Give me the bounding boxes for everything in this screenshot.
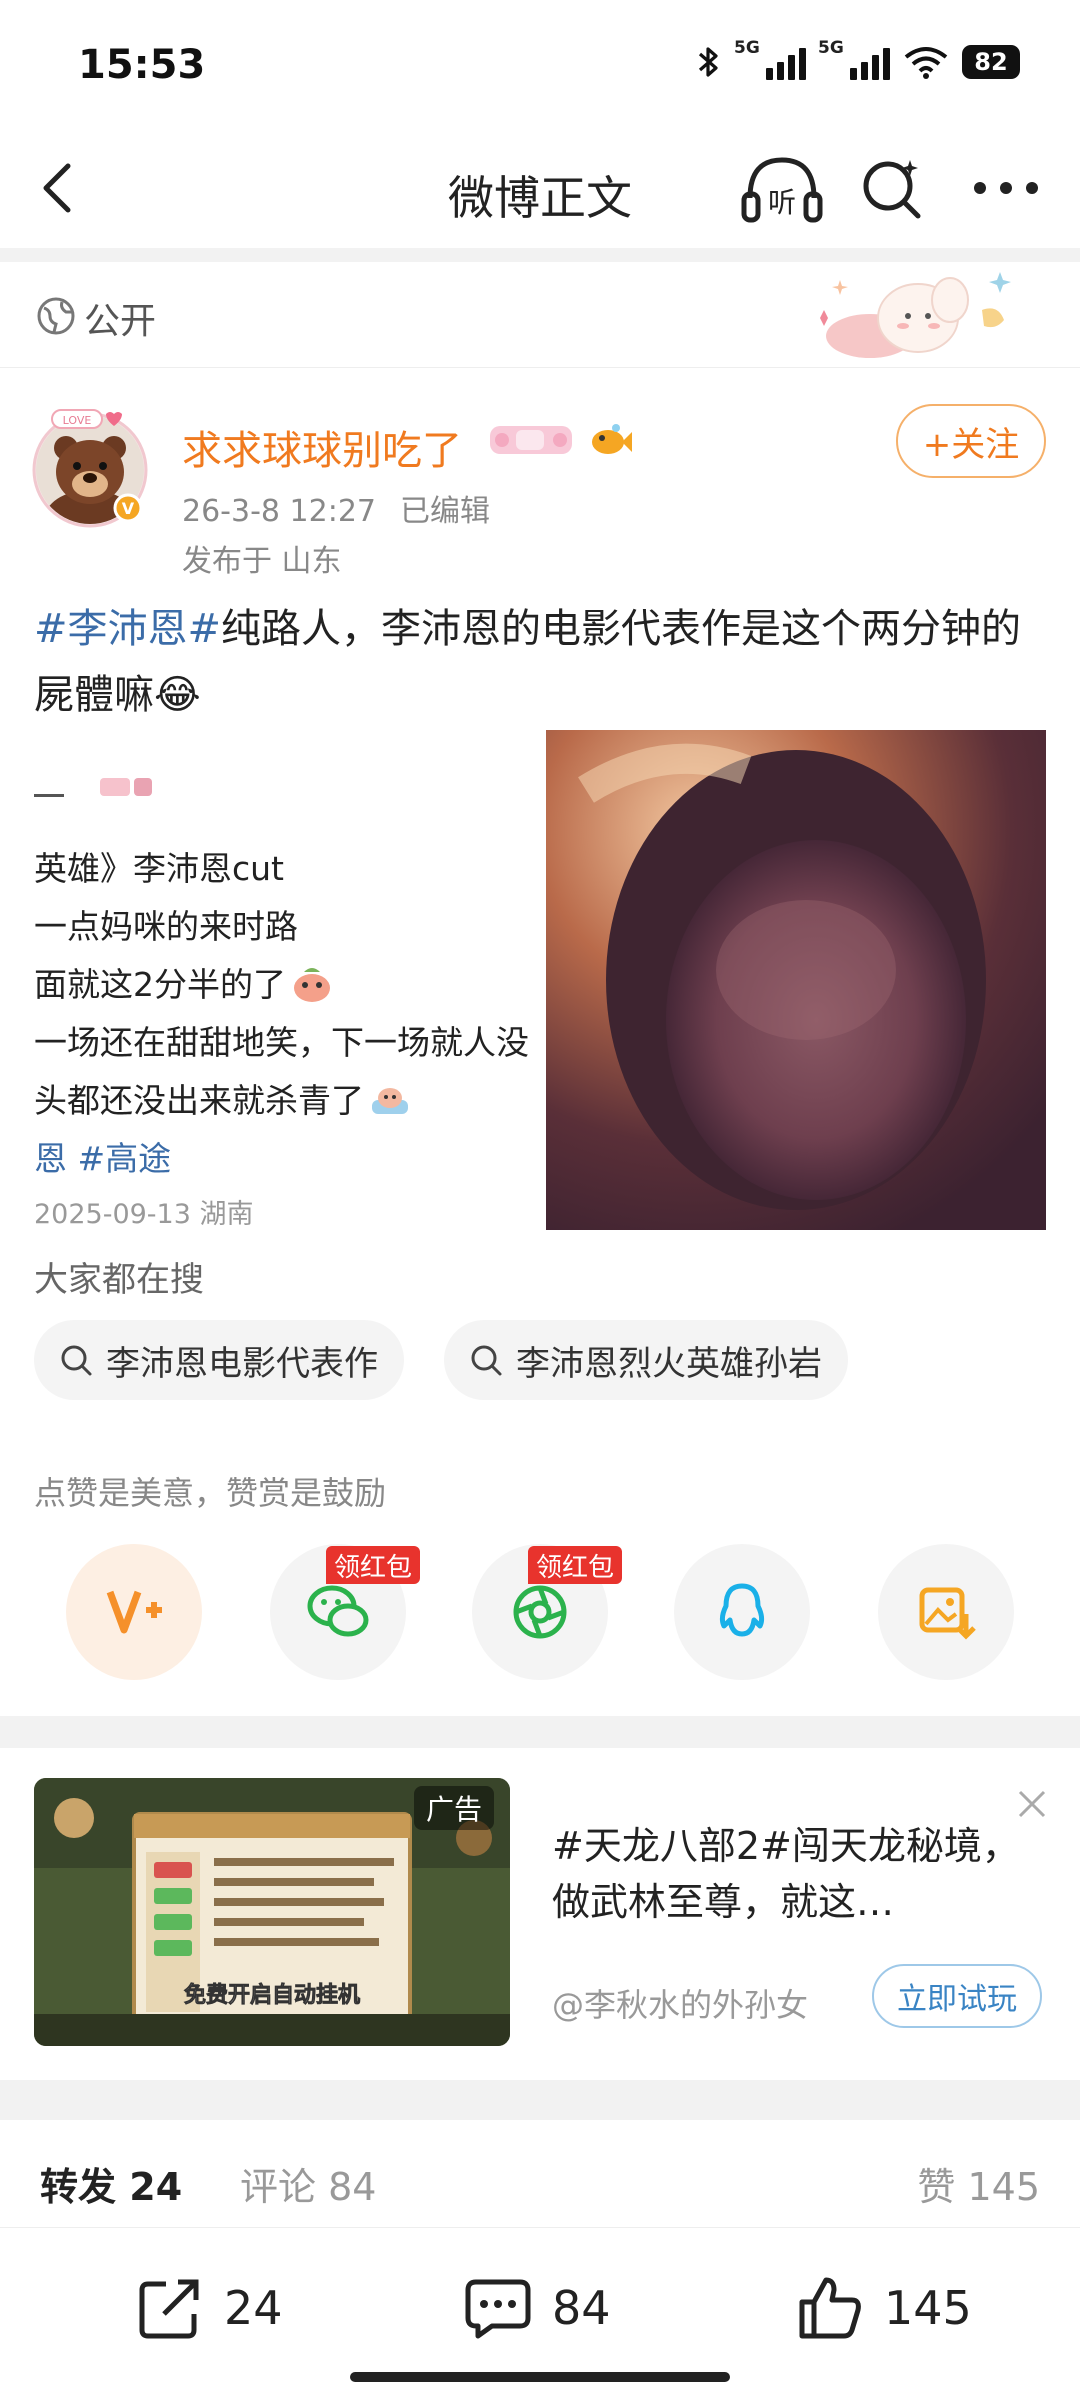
post-meta: 26-3-8 12:27 已编辑 (182, 486, 490, 530)
bath-sticker-icon (372, 1088, 408, 1114)
save-image-icon (919, 1587, 976, 1640)
home-indicator[interactable] (350, 2372, 730, 2382)
status-bar: 15:53 5G 5G 82 (0, 0, 1080, 130)
status-icons: 5G 5G 82 (696, 38, 1020, 80)
embed-date: 2025-09-13 湖南 (34, 1199, 254, 1226)
cellular-signal-1-icon: 5G (734, 38, 806, 80)
thumbs-up-icon (799, 2277, 861, 2339)
red-packet-badge-moments: 领红包 (528, 1546, 623, 1584)
embed-text-lines: 英雄》李沛恩cut 一点妈咪的来时路 面就这2分半的了 一场还在甜甜地笑，下一场… (34, 840, 529, 1188)
red-packet-badge-wechat: 领红包 (326, 1546, 421, 1584)
post-text: #李沛恩#纯路人，李沛恩的电影代表作是这个两分钟的屍體嘛😂 (34, 596, 1044, 728)
visibility-label: 公开 (84, 301, 157, 342)
embedded-screenshot-image[interactable]: 英雄》李沛恩cut 一点妈咪的来时路 面就这2分半的了 一场还在甜甜地笑，下一场… (34, 740, 544, 1226)
tab-comments[interactable]: 评论 84 (240, 2156, 376, 2211)
ad-try-now-button[interactable]: 立即试玩 (872, 1964, 1042, 2028)
ad-thumb-caption: 免费开启自动挂机 (184, 1982, 360, 2008)
network-label-2: 5G (818, 38, 844, 58)
like-count: 145 (884, 2281, 972, 2335)
blurred-photo[interactable] (546, 730, 1046, 1230)
embed-line-2: 一点妈咪的来时路 (34, 907, 298, 946)
search-chip-1[interactable]: 李沛恩电影代表作 (34, 1320, 404, 1400)
tab-reposts-label: 转发 (40, 2165, 117, 2209)
divider-band (0, 248, 1080, 262)
repost-count: 24 (224, 2281, 283, 2335)
vplus-icon (106, 1590, 162, 1634)
embed-tag-prefix: 恩 (34, 1139, 67, 1178)
repost-button[interactable]: 24 (134, 2272, 283, 2344)
like-button[interactable]: 145 (794, 2272, 972, 2344)
comment-button[interactable]: 84 (462, 2272, 611, 2344)
tab-likes-label: 赞 (917, 2165, 956, 2209)
divider-band (0, 2080, 1080, 2120)
edited-label: 已编辑 (400, 494, 490, 529)
search-chip-2[interactable]: 李沛恩烈火英雄孙岩 (444, 1320, 848, 1400)
bluetooth-icon (698, 47, 718, 77)
visibility-row: 公开 (0, 262, 1080, 368)
qq-icon (719, 1583, 765, 1637)
wechat-icon (307, 1585, 369, 1637)
divider-band (0, 1716, 1080, 1748)
tab-likes-count: 145 (967, 2165, 1040, 2209)
reward-vplus-button[interactable] (66, 1544, 202, 1680)
tab-comments-label: 评论 (240, 2165, 317, 2209)
more-options-icon[interactable] (966, 156, 1046, 220)
embed-line-4: 一场还在甜甜地笑，下一场就人没 (34, 1023, 529, 1062)
comment-count: 84 (552, 2281, 611, 2335)
post-hashtag[interactable]: #李沛恩# (34, 606, 221, 652)
battery-indicator: 82 (962, 45, 1020, 79)
comment-bubble-icon (465, 2279, 531, 2339)
search-chip-1-label: 李沛恩电影代表作 (106, 1343, 378, 1384)
ad-card[interactable]: 免费开启自动挂机 广告 #天龙八部2#闯天龙秘境，做武林至尊，就这… @李秋水的… (0, 1748, 1080, 2078)
wifi-icon (904, 47, 948, 79)
share-arrow-icon (139, 2279, 199, 2339)
share-qq-button[interactable] (674, 1544, 810, 1680)
search-icon[interactable] (858, 154, 928, 224)
ad-title[interactable]: #天龙八部2#闯天龙秘境，做武林至尊，就这… (552, 1818, 1032, 1930)
save-image-button[interactable] (878, 1544, 1014, 1680)
search-icon (61, 1345, 92, 1376)
tab-reposts-count: 24 (129, 2165, 183, 2209)
top-nav-bar: 微博正文 听 (0, 130, 1080, 250)
embed-line-5: 头都还没出来就杀青了 (34, 1081, 364, 1120)
svg-text:V: V (122, 499, 135, 518)
post-date: 26-3-8 12:27 (182, 494, 376, 529)
orange-fish-badge-icon (592, 424, 632, 454)
interaction-tabs: 转发 24 评论 84 赞 145 (0, 2130, 1080, 2228)
cellular-signal-2-icon: 5G (818, 38, 890, 80)
globe-icon (37, 297, 75, 335)
searches-label: 大家都在搜 (34, 1260, 204, 1300)
pink-medal-badge-icon (490, 426, 572, 454)
listen-label: 听 (768, 186, 796, 219)
tab-likes[interactable]: 赞 145 (917, 2156, 1040, 2211)
appreciation-label: 点赞是美意，赞赏是鼓励 (34, 1474, 387, 1512)
avatar-badge-text: LOVE (63, 414, 92, 427)
name-badges (486, 420, 634, 460)
ad-source: @李秋水的外孙女 (552, 1986, 809, 2024)
author-avatar[interactable]: LOVE V (30, 408, 150, 528)
embed-line-1: 英雄》李沛恩cut (34, 849, 284, 888)
search-chip-2-label: 李沛恩烈火英雄孙岩 (516, 1343, 822, 1384)
moments-icon (513, 1585, 567, 1639)
ad-tag: 广告 (414, 1786, 494, 1830)
close-icon[interactable] (1012, 1784, 1052, 1824)
search-icon (471, 1345, 502, 1376)
embed-hashtag: #高途 (77, 1139, 172, 1178)
post-location: 发布于 山东 (182, 544, 342, 579)
decorative-bunny-sticker (820, 272, 1011, 358)
tab-reposts[interactable]: 转发 24 (40, 2156, 182, 2211)
embed-header-fragment (34, 778, 152, 797)
author-name[interactable]: 求求球球别吃了 (182, 418, 462, 476)
crying-sticker-icon (294, 968, 330, 1002)
tab-comments-count: 84 (328, 2165, 377, 2209)
follow-button[interactable]: +关注 (896, 404, 1046, 478)
network-label-1: 5G (734, 38, 760, 58)
embed-line-3: 面就这2分半的了 (34, 965, 286, 1004)
listen-headphones-icon[interactable]: 听 (740, 152, 824, 228)
status-time: 15:53 (78, 42, 206, 88)
